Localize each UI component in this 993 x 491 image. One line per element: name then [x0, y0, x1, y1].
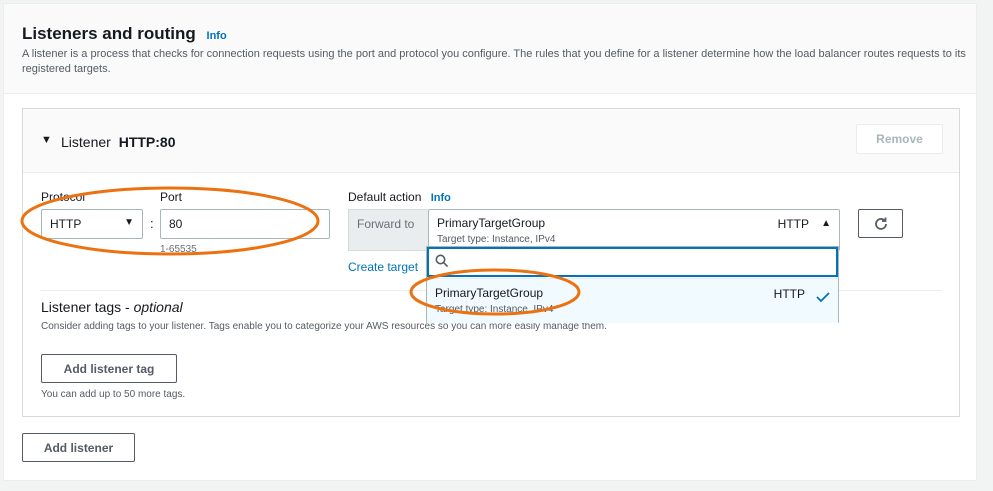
port-label: Port: [160, 190, 183, 204]
port-hint: 1-65535: [160, 244, 197, 255]
section-title: Listeners and routing Info: [22, 24, 227, 44]
remove-button[interactable]: Remove: [856, 124, 943, 154]
default-action-text: Default action: [348, 190, 422, 204]
caret-down-icon: ▼: [124, 217, 134, 228]
caret-up-icon: ▲: [821, 218, 831, 229]
search-icon: [435, 254, 449, 268]
port-input[interactable]: 80: [160, 209, 330, 239]
port-separator: :: [150, 216, 154, 231]
section-description: A listener is a process that checks for …: [22, 48, 966, 75]
protocol-label: Protocol: [41, 190, 86, 204]
tags-optional-text: optional: [133, 299, 183, 315]
refresh-icon: [874, 217, 887, 230]
target-group-select[interactable]: PrimaryTargetGroup HTTP ▲ Target type: I…: [428, 209, 840, 251]
port-value: 80: [169, 217, 183, 231]
panel-header: Listeners and routing Info A listener is…: [4, 4, 976, 94]
section-title-text: Listeners and routing: [22, 24, 196, 43]
option-name: PrimaryTargetGroup: [435, 286, 544, 300]
option-subtitle: Target type: Instance, IPv4: [435, 304, 554, 315]
protocol-select[interactable]: HTTP ▼: [41, 209, 143, 239]
target-group-protocol: HTTP: [777, 217, 809, 231]
section-info-link[interactable]: Info: [207, 30, 227, 42]
listener-prefix: Listener: [61, 134, 111, 150]
create-target-link[interactable]: Create target: [348, 260, 418, 274]
target-group-subtitle: Target type: Instance, IPv4: [437, 234, 556, 245]
tags-hint: You can add up to 50 more tags.: [41, 389, 186, 400]
protocol-value: HTTP: [50, 217, 82, 231]
tags-title-text: Listener tags -: [41, 299, 134, 315]
listener-header[interactable]: ▼ Listener HTTP:80 Remove: [23, 109, 959, 173]
checkmark-icon: [816, 292, 830, 303]
listener-tags-title: Listener tags - optional: [41, 299, 183, 315]
dropdown-option[interactable]: PrimaryTargetGroup HTTP Target type: Ins…: [427, 278, 838, 323]
listener-name: HTTP:80: [118, 134, 176, 150]
option-protocol: HTTP: [773, 287, 805, 301]
add-listener-button[interactable]: Add listener: [22, 433, 135, 462]
target-group-dropdown: PrimaryTargetGroup HTTP Target type: Ins…: [426, 246, 839, 323]
add-listener-tag-button[interactable]: Add listener tag: [41, 354, 177, 383]
dropdown-search-input[interactable]: [427, 247, 838, 277]
default-action-info-link[interactable]: Info: [431, 192, 451, 204]
target-group-name: PrimaryTargetGroup: [437, 216, 546, 230]
listeners-routing-panel: Listeners and routing Info A listener is…: [3, 3, 977, 481]
forward-to-label: Forward to: [348, 209, 428, 251]
caret-down-icon[interactable]: ▼: [41, 134, 52, 146]
refresh-button[interactable]: [858, 209, 903, 238]
default-action-label: Default action Info: [348, 190, 451, 204]
listener-title: Listener HTTP:80: [61, 134, 176, 150]
